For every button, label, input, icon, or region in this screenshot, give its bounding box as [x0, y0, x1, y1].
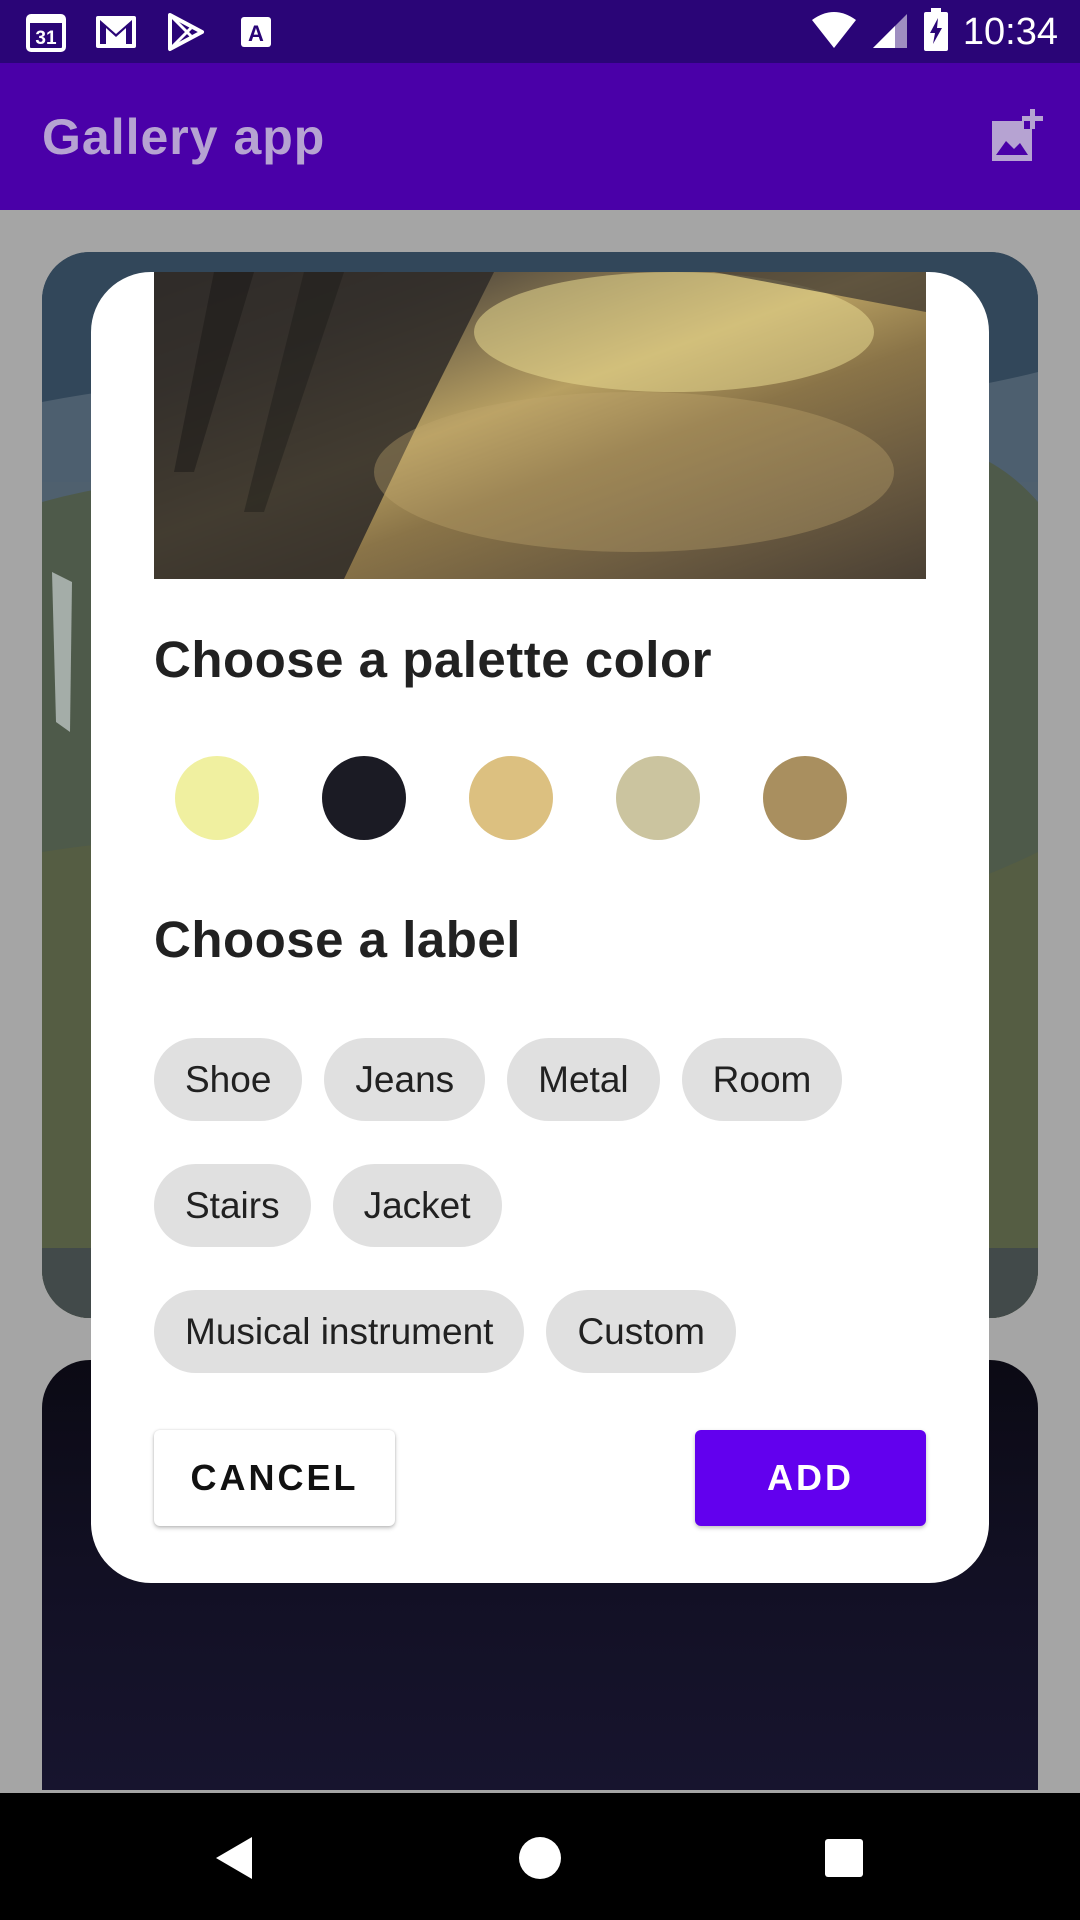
add-photo-icon[interactable]: [986, 107, 1046, 167]
navigation-bar: [0, 1793, 1080, 1920]
palette-swatch[interactable]: [175, 756, 259, 840]
label-chip-stairs[interactable]: Stairs: [154, 1164, 311, 1247]
app-bar: Gallery app: [0, 63, 1080, 210]
battery-charging-icon: [923, 8, 949, 57]
app-title: Gallery app: [42, 109, 326, 165]
label-chip-musical-instrument[interactable]: Musical instrument: [154, 1290, 525, 1373]
gmail-icon: [94, 10, 138, 54]
label-chip-row: Musical instrument Custom: [154, 1290, 736, 1373]
label-chip-shoe[interactable]: Shoe: [154, 1038, 303, 1121]
clock: 10:34: [962, 11, 1058, 53]
palette-swatch[interactable]: [616, 756, 700, 840]
palette-swatch[interactable]: [322, 756, 406, 840]
label-chip-room[interactable]: Room: [681, 1038, 843, 1121]
palette-swatch[interactable]: [469, 756, 553, 840]
play-store-icon: [164, 10, 208, 54]
recents-icon[interactable]: [809, 1823, 879, 1893]
back-icon[interactable]: [200, 1823, 270, 1893]
label-chip-metal[interactable]: Metal: [507, 1038, 660, 1121]
notification-icons: 31 A: [24, 10, 278, 54]
palette-swatches: [175, 756, 847, 840]
wifi-icon: [811, 10, 857, 55]
label-chip-row: Shoe Jeans Metal Room: [154, 1038, 843, 1121]
label-chip-jacket[interactable]: Jacket: [332, 1164, 502, 1247]
signal-icon: [871, 10, 909, 55]
add-label-dialog: Choose a palette color Choose a label Sh…: [91, 272, 989, 1583]
cancel-button[interactable]: CANCEL: [154, 1430, 395, 1526]
label-chip-jeans[interactable]: Jeans: [324, 1038, 486, 1121]
status-bar: 31 A 10:34: [0, 0, 1080, 63]
svg-text:A: A: [248, 21, 264, 46]
label-chip-custom[interactable]: Custom: [546, 1290, 736, 1373]
label-section-title: Choose a label: [154, 911, 521, 968]
home-icon[interactable]: [505, 1823, 575, 1893]
calendar-icon: 31: [24, 10, 68, 54]
label-chip-row: Stairs Jacket: [154, 1164, 502, 1247]
selected-photo-preview: [154, 272, 926, 579]
add-button[interactable]: ADD: [695, 1430, 926, 1526]
palette-swatch[interactable]: [763, 756, 847, 840]
accessibility-icon: A: [234, 10, 278, 54]
palette-section-title: Choose a palette color: [154, 631, 712, 688]
calendar-day: 31: [35, 28, 57, 49]
